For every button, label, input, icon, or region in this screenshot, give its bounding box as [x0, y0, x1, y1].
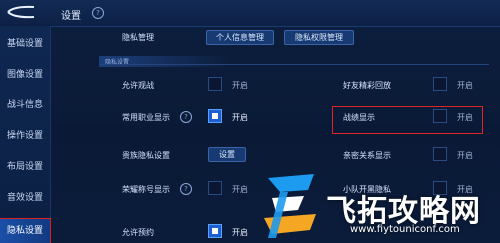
privacy-manage-label: 隐私管理 [122, 33, 154, 42]
allow-spectate-value: 开启 [232, 81, 248, 90]
back-arrow-icon[interactable] [4, 4, 38, 20]
honor-title-help-icon[interactable]: ? [180, 183, 192, 195]
allow-spectate-label: 允许观战 [122, 81, 154, 90]
honor-title-label: 荣耀称号显示 [122, 185, 170, 194]
sidebar-item-layout[interactable]: 布局设置 [0, 155, 50, 179]
help-icon[interactable]: ? [92, 7, 104, 19]
record-display-label: 战绩显示 [343, 113, 375, 122]
record-display-checkbox[interactable] [433, 109, 447, 123]
friend-replay-label: 好友精彩回放 [343, 81, 391, 90]
common-role-label: 常用职业显示 [122, 113, 170, 122]
watermark: 飞拓攻略网 www.fiytouniconf.com [258, 168, 500, 243]
record-display-value: 开启 [457, 113, 473, 122]
common-role-help-icon[interactable]: ? [180, 111, 192, 123]
allow-reservation-value: 开启 [232, 228, 248, 237]
intimacy-display-value: 开启 [457, 151, 473, 160]
intimacy-display-label: 亲密关系显示 [343, 151, 391, 160]
sidebar-item-privacy[interactable]: 隐私设置 [0, 218, 51, 243]
allow-reservation-label: 允许预约 [122, 228, 154, 237]
allow-spectate-checkbox[interactable] [208, 77, 222, 91]
friend-replay-value: 开启 [457, 81, 473, 90]
sidebar-item-audio[interactable]: 音效设置 [0, 186, 50, 210]
sidebar: 基础设置 图像设置 战斗信息 操作设置 布局设置 音效设置 隐私设置 [0, 26, 51, 243]
common-role-value: 开启 [232, 113, 248, 122]
sidebar-item-basic[interactable]: 基础设置 [0, 32, 50, 56]
honor-title-value: 开启 [232, 185, 248, 194]
honor-title-checkbox[interactable] [208, 181, 222, 195]
sidebar-item-battle-info[interactable]: 战斗信息 [0, 93, 50, 117]
noble-privacy-label: 贵族隐私设置 [122, 151, 170, 160]
friend-replay-checkbox[interactable] [433, 77, 447, 91]
intimacy-display-checkbox[interactable] [433, 147, 447, 161]
section-divider [99, 64, 489, 65]
sidebar-item-graphics[interactable]: 图像设置 [0, 63, 50, 87]
page-title: 设置 [61, 11, 81, 22]
watermark-logo-icon [264, 174, 316, 238]
allow-reservation-checkbox[interactable] [208, 224, 222, 238]
sidebar-item-controls[interactable]: 操作设置 [0, 124, 50, 148]
noble-privacy-settings-button[interactable]: 设置 [208, 147, 246, 162]
watermark-url: www.fiytouniconf.com [350, 224, 460, 235]
section-title: 隐私设置 [99, 56, 231, 67]
personal-info-button[interactable]: 个人信息管理 [206, 30, 274, 45]
top-bar: 设置 ? [0, 0, 500, 27]
common-role-checkbox[interactable] [208, 109, 222, 123]
privacy-permission-button[interactable]: 隐私权限管理 [284, 30, 354, 45]
